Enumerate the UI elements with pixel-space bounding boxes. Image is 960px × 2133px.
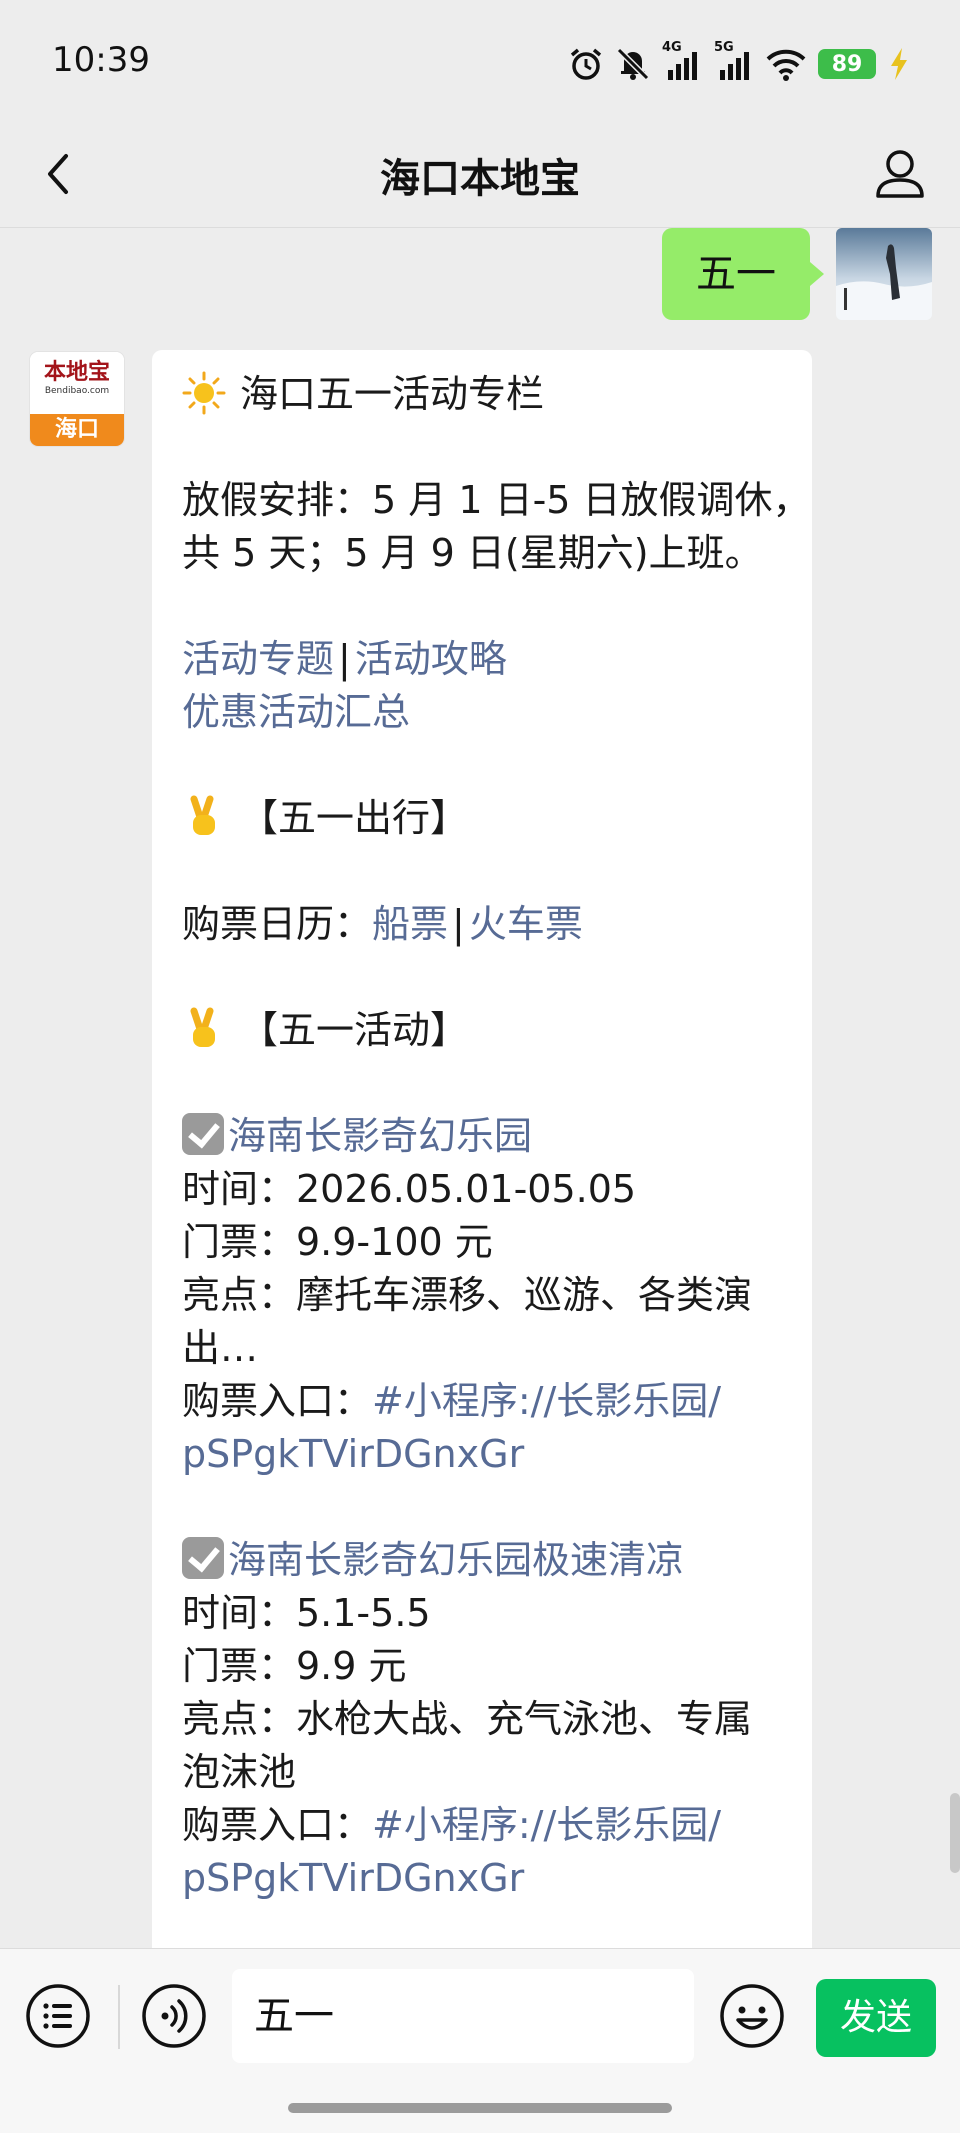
calendar-label: 购票日历： <box>182 902 373 946</box>
status-time: 10:39 <box>52 40 150 80</box>
wifi-icon <box>766 49 806 81</box>
emoji-icon[interactable] <box>718 1982 786 2050</box>
event-1-name[interactable]: 海南长影奇幻乐园 <box>228 1114 532 1158</box>
event-2-highlight-2: 泡沫池 <box>182 1750 297 1794</box>
ticket-calendar-row: 购票日历：船票 | 火车票 <box>182 898 784 951</box>
send-button[interactable]: 发送 <box>816 1979 936 2057</box>
signal-4g-icon: 4G <box>662 40 702 82</box>
link-separator: | <box>338 637 351 681</box>
bot-avatar[interactable]: 本地宝 Bendibao.com 海口 <box>30 352 124 446</box>
checkbox-icon <box>182 1537 224 1579</box>
event-2-title-row: 海南长影奇幻乐园极速清凉 <box>182 1534 784 1587</box>
profile-icon[interactable] <box>866 140 934 208</box>
signal-5g-icon: 5G <box>714 40 754 82</box>
status-bar: 10:39 4G 5G 89 <box>0 0 960 120</box>
event-2-ticket: 门票：9.9 元 <box>182 1644 407 1688</box>
event-2-time: 时间：5.1-5.5 <box>182 1591 431 1635</box>
event-1-entry-link[interactable]: #小程序://长影乐园/ <box>372 1379 721 1423</box>
checkbox-icon <box>182 1113 224 1155</box>
event-1-entry-label: 购票入口： <box>182 1379 373 1423</box>
event-1-time: 时间：2026.05.01-05.05 <box>182 1167 637 1211</box>
event-1-entry-row: 购票入口：#小程序://长影乐园/ <box>182 1375 784 1428</box>
event-1-highlight-1: 亮点：摩托车漂移、巡游、各类演 <box>182 1273 753 1317</box>
sent-message-bubble[interactable]: 五一 <box>662 228 824 320</box>
logo-city: 海口 <box>30 414 124 446</box>
event-2-entry-row: 购票入口：#小程序://长影乐园/ <box>182 1799 784 1852</box>
nav-bar: 海口本地宝 <box>0 120 960 228</box>
status-icons: 4G 5G 89 <box>568 40 910 84</box>
event-2-name[interactable]: 海南长影奇幻乐园极速清凉 <box>228 1538 684 1582</box>
link-ship-tickets[interactable]: 船票 <box>372 902 448 946</box>
chat-area[interactable]: 五一 本地宝 Bendibao.com 海口 海口五一活动专栏 放假安排：5 月… <box>0 228 960 1948</box>
victory-hand-icon <box>190 795 215 835</box>
holiday-line-2: 共 5 天；5 月 9 日(星期六)上班。 <box>182 531 763 575</box>
message-title: 海口五一活动专栏 <box>240 372 545 416</box>
voice-icon[interactable] <box>140 1982 208 2050</box>
message-input[interactable]: 五一 <box>232 1969 694 2063</box>
section-events-title: 【五一活动】 <box>240 1008 469 1052</box>
alarm-icon <box>570 48 602 80</box>
section-travel: 【五一出行】 <box>182 792 784 845</box>
link-train-tickets[interactable]: 火车票 <box>469 902 583 946</box>
menu-icon[interactable] <box>24 1982 92 2050</box>
event-2-entry-label: 购票入口： <box>182 1803 373 1847</box>
event-2-entry-link-cont[interactable]: pSPgkTVirDGnxGr <box>182 1856 524 1900</box>
link-activity-guide[interactable]: 活动攻略 <box>355 637 507 681</box>
section-events: 【五一活动】 <box>182 1004 784 1057</box>
event-2-entry-link[interactable]: #小程序://长影乐园/ <box>372 1803 721 1847</box>
page-title: 海口本地宝 <box>380 156 580 202</box>
link-activity-topic[interactable]: 活动专题 <box>182 637 334 681</box>
victory-hand-icon <box>190 1007 215 1047</box>
input-divider <box>118 1985 120 2049</box>
logo-brand: 本地宝 <box>43 359 110 385</box>
calendar-separator: | <box>452 902 465 946</box>
battery-icon: 89 <box>818 49 876 79</box>
sun-icon <box>182 371 226 415</box>
holiday-line-1: 放假安排：5 月 1 日-5 日放假调休， <box>182 478 811 522</box>
event-2-highlight-1: 亮点：水枪大战、充气泳池、专属 <box>182 1697 753 1741</box>
received-message-bubble: 海口五一活动专栏 放假安排：5 月 1 日-5 日放假调休， 共 5 天；5 月… <box>152 350 812 1948</box>
logo-domain: Bendibao.com <box>44 386 110 396</box>
home-indicator[interactable] <box>288 2103 672 2113</box>
message-title-line: 海口五一活动专栏 <box>182 368 784 421</box>
mute-icon <box>616 47 650 81</box>
link-row: 活动专题 | 活动攻略 <box>182 633 784 686</box>
charging-icon <box>891 48 907 80</box>
logo-text: 本地宝 Bendibao.com <box>30 352 124 414</box>
link-deals-summary[interactable]: 优惠活动汇总 <box>182 690 410 734</box>
event-1-ticket: 门票：9.9-100 元 <box>182 1220 493 1264</box>
event-1-entry-link-cont[interactable]: pSPgkTVirDGnxGr <box>182 1432 524 1476</box>
event-1-highlight-2: 出… <box>182 1326 259 1370</box>
user-avatar[interactable] <box>836 228 932 320</box>
scrollbar[interactable] <box>950 1793 960 1873</box>
event-1-title-row: 海南长影奇幻乐园 <box>182 1110 784 1163</box>
section-travel-title: 【五一出行】 <box>240 796 469 840</box>
